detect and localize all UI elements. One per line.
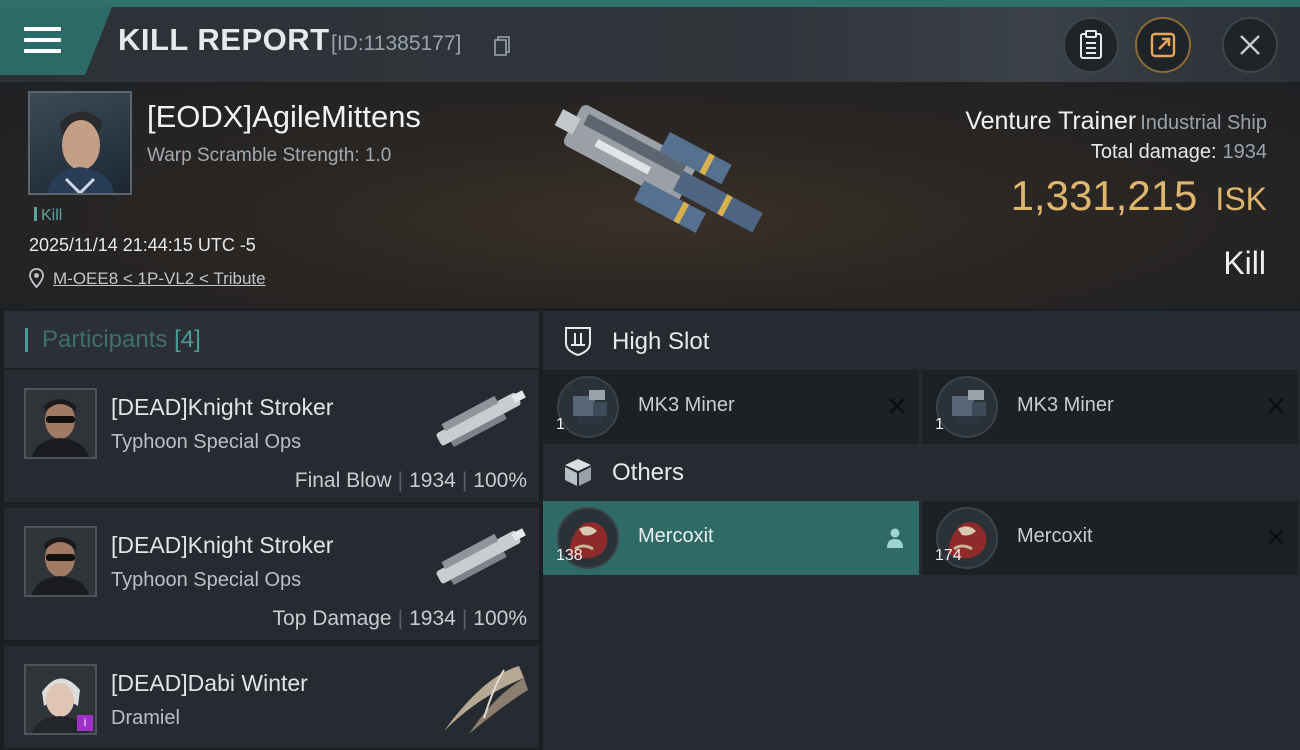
victim-ship-image [554, 105, 763, 233]
total-damage: Total damage: 1934 [1091, 141, 1267, 164]
participant-name: [DEAD]Knight Stroker [111, 532, 334, 558]
share-icon [1150, 32, 1176, 58]
victim-ship-name[interactable]: Venture Trainer Industrial Ship [965, 107, 1267, 136]
participant-row[interactable]: [DEAD]Knight Stroker Typhoon Special Ops… [4, 370, 539, 504]
participant-role: Top Damage [272, 607, 392, 630]
cargo-quantity: 138 [556, 547, 583, 564]
participants-title: Participants [4] [42, 326, 201, 354]
high-slot-title: High Slot [612, 328, 710, 355]
participant-ship: Typhoon Special Ops [111, 569, 302, 591]
destroyed-x-icon [889, 398, 905, 414]
others-section-header: Others [543, 444, 1300, 502]
ship-name-text: Venture Trainer [965, 107, 1137, 135]
participants-header[interactable]: Participants [4] [4, 311, 539, 368]
participant-ship: Dramiel [111, 707, 180, 729]
participant-ship-image [436, 390, 526, 448]
participant-name: [DEAD]Dabi Winter [111, 670, 308, 696]
close-button[interactable] [1222, 17, 1278, 73]
copy-icon[interactable] [494, 36, 510, 56]
victim-name[interactable]: [EODX]AgileMittens [147, 99, 421, 135]
miner-module-icon [936, 376, 998, 438]
pilot-portrait-icon [32, 537, 89, 595]
participant-row[interactable]: [DEAD]Knight Stroker Typhoon Special Ops… [4, 508, 539, 642]
isk-value: 1,331,215 ISK [1011, 172, 1267, 220]
participant-avatar [24, 388, 97, 459]
cargo-item[interactable]: 174 Mercoxit [922, 501, 1298, 575]
high-slot-shield-icon [565, 327, 591, 357]
participant-ship: Typhoon Special Ops [111, 431, 302, 453]
participant-stats: Final Blow | 1934 | 100% [294, 469, 527, 492]
pilot-portrait-icon [32, 399, 89, 457]
clipboard-icon [1080, 30, 1102, 59]
top-accent-line [0, 0, 1300, 7]
participants-count: [4] [174, 326, 201, 353]
participant-ship-image [436, 528, 526, 586]
kill-location-link[interactable]: M-OEE8 < 1P-VL2 < Tribute [53, 269, 266, 289]
participant-percent: 100% [473, 469, 527, 492]
total-damage-value: 1934 [1222, 141, 1268, 163]
isk-unit: ISK [1215, 181, 1267, 217]
module-quantity: 1 [935, 416, 944, 433]
cargo-quantity: 174 [935, 547, 962, 564]
location-pin-icon [29, 268, 44, 288]
cargo-name: Mercoxit [1017, 525, 1093, 547]
share-button[interactable] [1135, 17, 1191, 73]
clipboard-button[interactable] [1063, 17, 1119, 73]
participant-name: [DEAD]Knight Stroker [111, 394, 334, 420]
destroyed-x-icon [1268, 398, 1284, 414]
total-damage-label: Total damage: [1090, 141, 1217, 163]
others-title: Others [612, 459, 685, 486]
cargo-box-icon [565, 459, 591, 486]
info-badge-icon: i [77, 715, 93, 731]
close-icon [1240, 35, 1260, 55]
module-name: MK3 Miner [638, 394, 735, 416]
isk-amount: 1,331,215 [1010, 172, 1198, 219]
participant-row[interactable]: i [DEAD]Dabi Winter Dramiel [4, 646, 539, 750]
module-item[interactable]: 1 MK3 Miner [922, 370, 1298, 444]
kill-datetime: 2025/11/14 21:44:15 UTC -5 [29, 235, 256, 255]
module-quantity: 1 [556, 416, 565, 433]
report-id: [ID:11385177] [331, 32, 462, 55]
hamburger-icon [24, 27, 61, 58]
participant-avatar: i [24, 664, 97, 735]
page-title: KILL REPORT [118, 22, 330, 57]
module-name: MK3 Miner [1017, 394, 1114, 416]
pilot-portrait-icon [48, 111, 114, 193]
module-item[interactable]: 1 MK3 Miner [543, 370, 919, 444]
dropped-user-icon [887, 528, 903, 548]
high-slot-section-header: High Slot [543, 313, 1300, 371]
ship-class-text: Industrial Ship [1140, 112, 1267, 134]
participant-percent: 100% [473, 607, 527, 630]
victim-avatar[interactable] [28, 91, 132, 195]
cargo-name: Mercoxit [638, 525, 714, 547]
participant-role: Final Blow [294, 469, 392, 492]
participant-avatar [24, 526, 97, 597]
participant-damage: 1934 [409, 607, 456, 630]
participant-damage: 1934 [409, 469, 456, 492]
kill-result: Kill [1223, 245, 1266, 281]
warp-scramble-strength: Warp Scramble Strength: 1.0 [147, 145, 392, 166]
miner-module-icon [557, 376, 619, 438]
participant-stats: Top Damage | 1934 | 100% [272, 607, 527, 630]
cargo-item[interactable]: 138 Mercoxit [543, 501, 919, 575]
kill-tag: Kill [34, 207, 62, 225]
participants-accent-bar [25, 328, 28, 352]
participant-ship-image [444, 666, 528, 734]
destroyed-x-icon [1268, 529, 1284, 545]
participants-title-text: Participants [42, 326, 168, 353]
